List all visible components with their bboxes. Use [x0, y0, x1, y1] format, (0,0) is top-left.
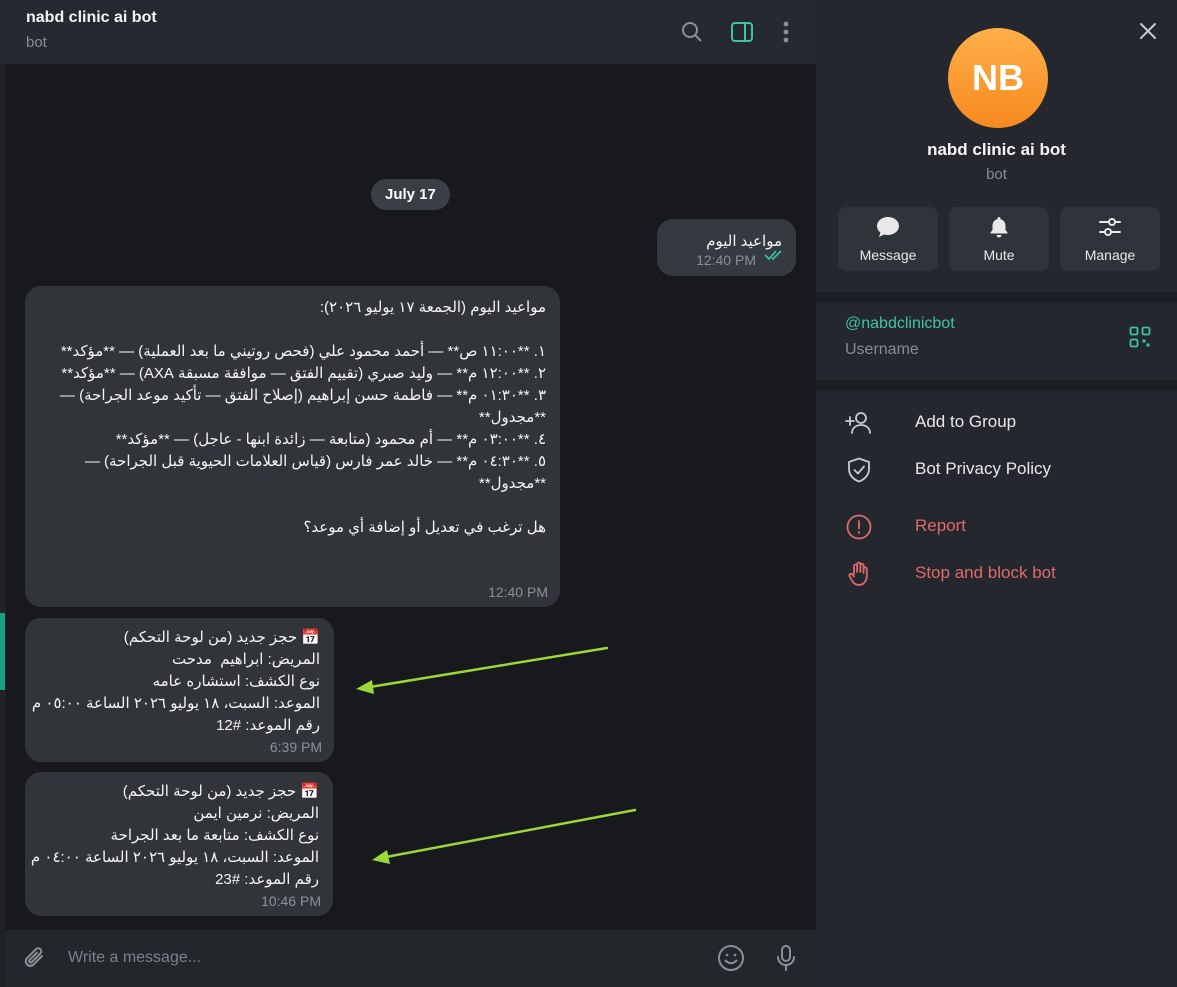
manage-button[interactable]: Manage: [1060, 207, 1160, 271]
mute-button-label: Mute: [983, 247, 1015, 263]
bot-subtitle: bot: [986, 166, 1007, 183]
date-separator: July 17: [371, 179, 450, 210]
shield-check-icon: [845, 456, 873, 484]
chat-status: bot: [26, 34, 47, 51]
sliders-icon: [1098, 216, 1122, 243]
sidebar-toggle-icon[interactable]: [728, 18, 756, 46]
username-link[interactable]: @nabdclinicbot: [845, 315, 955, 333]
manage-button-label: Manage: [1084, 247, 1136, 263]
message-bubble-incoming[interactable]: 📅 حجز جديد (من لوحة التحكم) المريض: ابرا…: [25, 618, 334, 762]
message-bubble-incoming[interactable]: مواعيد اليوم (الجمعة ١٧ يوليو ٢٠٢٦): ١. …: [25, 286, 560, 607]
message-bubble-outgoing[interactable]: مواعيد اليوم 12:40 PM: [657, 219, 796, 276]
report-item[interactable]: Report: [816, 506, 1177, 546]
username-label: Username: [845, 341, 919, 358]
chat-header: nabd clinic ai bot bot: [0, 0, 816, 64]
message-time: 12:40 PM: [696, 252, 756, 268]
add-to-group-label: Add to Group: [915, 412, 1017, 431]
chat-title[interactable]: nabd clinic ai bot: [26, 9, 157, 27]
emoji-icon[interactable]: [716, 943, 746, 973]
unread-accent-bar: [0, 613, 5, 690]
stop-and-block-bot-item[interactable]: Stop and block bot: [816, 553, 1177, 593]
close-icon[interactable]: [1134, 17, 1162, 45]
search-icon[interactable]: [678, 18, 706, 46]
bot-info-panel: NB nabd clinic ai bot bot Message Mute M…: [816, 0, 1177, 987]
message-button[interactable]: Message: [838, 207, 938, 271]
chat-area: nabd clinic ai bot bot July 17 مواعيد ال…: [0, 0, 816, 987]
message-text: 📅 حجز جديد (من لوحة التحكم) المريض: ابرا…: [31, 629, 320, 734]
double-check-icon: [764, 246, 786, 268]
message-bubble-incoming[interactable]: 📅 حجز جديد (من لوحة التحكم) المريض: نرمي…: [25, 772, 333, 916]
alert-circle-icon: [845, 513, 873, 541]
message-text: 📅 حجز جديد (من لوحة التحكم) المريض: نرمي…: [30, 783, 319, 888]
message-time: 6:39 PM: [269, 739, 322, 755]
more-vertical-icon[interactable]: [772, 18, 800, 46]
message-composer: [6, 930, 816, 987]
bot-privacy-policy-label: Bot Privacy Policy: [915, 459, 1052, 478]
bell-icon: [988, 216, 1010, 243]
avatar[interactable]: NB: [948, 28, 1048, 128]
paperclip-icon[interactable]: [20, 943, 50, 973]
add-to-group-item[interactable]: Add to Group: [816, 402, 1177, 442]
message-time: 12:40 PM: [488, 584, 548, 600]
telegram-window: nabd clinic ai bot bot July 17 مواعيد ال…: [0, 0, 1177, 987]
message-input[interactable]: [68, 946, 688, 970]
message-time: 10:46 PM: [261, 893, 321, 909]
bot-privacy-policy-item[interactable]: Bot Privacy Policy: [816, 449, 1177, 489]
mute-button[interactable]: Mute: [949, 207, 1049, 271]
microphone-icon[interactable]: [771, 943, 801, 973]
add-user-icon: [845, 409, 873, 437]
stop-and-block-bot-label: Stop and block bot: [915, 563, 1056, 582]
section-divider: [816, 292, 1177, 303]
report-label: Report: [915, 516, 967, 535]
message-text: مواعيد اليوم (الجمعة ١٧ يوليو ٢٠٢٦): ١. …: [59, 299, 546, 536]
chat-bubble-icon: [876, 216, 900, 243]
qr-code-icon[interactable]: [1129, 326, 1151, 348]
section-divider: [816, 380, 1177, 391]
hand-stop-icon: [845, 560, 873, 588]
bot-name: nabd clinic ai bot: [927, 140, 1066, 159]
message-button-label: Message: [859, 247, 917, 263]
